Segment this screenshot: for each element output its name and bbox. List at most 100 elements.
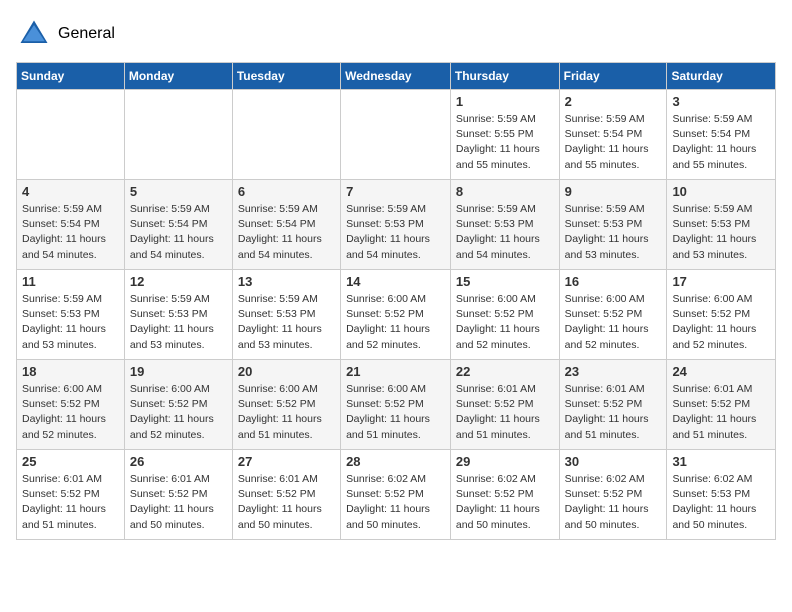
- day-number: 29: [456, 454, 554, 469]
- day-number: 5: [130, 184, 227, 199]
- day-info: Sunrise: 5:59 AM Sunset: 5:53 PM Dayligh…: [456, 202, 554, 263]
- day-info: Sunrise: 6:02 AM Sunset: 5:53 PM Dayligh…: [672, 472, 770, 533]
- day-info: Sunrise: 6:00 AM Sunset: 5:52 PM Dayligh…: [130, 382, 227, 443]
- day-info: Sunrise: 6:00 AM Sunset: 5:52 PM Dayligh…: [346, 292, 445, 353]
- day-number: 9: [565, 184, 662, 199]
- day-info: Sunrise: 6:00 AM Sunset: 5:52 PM Dayligh…: [456, 292, 554, 353]
- day-number: 27: [238, 454, 335, 469]
- day-info: Sunrise: 6:02 AM Sunset: 5:52 PM Dayligh…: [456, 472, 554, 533]
- day-cell: 27 Sunrise: 6:01 AM Sunset: 5:52 PM Dayl…: [232, 450, 340, 540]
- day-number: 11: [22, 274, 119, 289]
- day-cell: 14 Sunrise: 6:00 AM Sunset: 5:52 PM Dayl…: [341, 270, 451, 360]
- day-number: 6: [238, 184, 335, 199]
- day-cell: [232, 90, 340, 180]
- day-cell: 20 Sunrise: 6:00 AM Sunset: 5:52 PM Dayl…: [232, 360, 340, 450]
- day-cell: 31 Sunrise: 6:02 AM Sunset: 5:53 PM Dayl…: [667, 450, 776, 540]
- header-thursday: Thursday: [450, 63, 559, 90]
- day-number: 20: [238, 364, 335, 379]
- day-info: Sunrise: 5:59 AM Sunset: 5:54 PM Dayligh…: [22, 202, 119, 263]
- day-info: Sunrise: 5:59 AM Sunset: 5:53 PM Dayligh…: [565, 202, 662, 263]
- day-info: Sunrise: 6:00 AM Sunset: 5:52 PM Dayligh…: [565, 292, 662, 353]
- page-header: General: [16, 16, 776, 52]
- day-cell: 18 Sunrise: 6:00 AM Sunset: 5:52 PM Dayl…: [17, 360, 125, 450]
- day-number: 2: [565, 94, 662, 109]
- day-number: 10: [672, 184, 770, 199]
- calendar-table: SundayMondayTuesdayWednesdayThursdayFrid…: [16, 62, 776, 540]
- day-cell: 11 Sunrise: 5:59 AM Sunset: 5:53 PM Dayl…: [17, 270, 125, 360]
- day-cell: 4 Sunrise: 5:59 AM Sunset: 5:54 PM Dayli…: [17, 180, 125, 270]
- day-info: Sunrise: 5:59 AM Sunset: 5:54 PM Dayligh…: [130, 202, 227, 263]
- day-number: 18: [22, 364, 119, 379]
- day-cell: 23 Sunrise: 6:01 AM Sunset: 5:52 PM Dayl…: [559, 360, 667, 450]
- day-number: 31: [672, 454, 770, 469]
- day-cell: 12 Sunrise: 5:59 AM Sunset: 5:53 PM Dayl…: [124, 270, 232, 360]
- day-cell: 21 Sunrise: 6:00 AM Sunset: 5:52 PM Dayl…: [341, 360, 451, 450]
- day-number: 22: [456, 364, 554, 379]
- week-row-1: 1 Sunrise: 5:59 AM Sunset: 5:55 PM Dayli…: [17, 90, 776, 180]
- day-number: 13: [238, 274, 335, 289]
- header-monday: Monday: [124, 63, 232, 90]
- day-number: 4: [22, 184, 119, 199]
- day-number: 1: [456, 94, 554, 109]
- week-row-2: 4 Sunrise: 5:59 AM Sunset: 5:54 PM Dayli…: [17, 180, 776, 270]
- day-info: Sunrise: 6:02 AM Sunset: 5:52 PM Dayligh…: [565, 472, 662, 533]
- day-cell: 7 Sunrise: 5:59 AM Sunset: 5:53 PM Dayli…: [341, 180, 451, 270]
- day-cell: 5 Sunrise: 5:59 AM Sunset: 5:54 PM Dayli…: [124, 180, 232, 270]
- day-cell: 1 Sunrise: 5:59 AM Sunset: 5:55 PM Dayli…: [450, 90, 559, 180]
- day-info: Sunrise: 6:00 AM Sunset: 5:52 PM Dayligh…: [346, 382, 445, 443]
- day-number: 7: [346, 184, 445, 199]
- day-info: Sunrise: 6:00 AM Sunset: 5:52 PM Dayligh…: [22, 382, 119, 443]
- logo-icon: [16, 16, 52, 52]
- day-cell: 29 Sunrise: 6:02 AM Sunset: 5:52 PM Dayl…: [450, 450, 559, 540]
- day-number: 25: [22, 454, 119, 469]
- day-info: Sunrise: 6:01 AM Sunset: 5:52 PM Dayligh…: [238, 472, 335, 533]
- day-number: 14: [346, 274, 445, 289]
- day-cell: 30 Sunrise: 6:02 AM Sunset: 5:52 PM Dayl…: [559, 450, 667, 540]
- day-number: 16: [565, 274, 662, 289]
- day-cell: 28 Sunrise: 6:02 AM Sunset: 5:52 PM Dayl…: [341, 450, 451, 540]
- day-number: 28: [346, 454, 445, 469]
- logo: General: [16, 16, 115, 52]
- day-info: Sunrise: 6:02 AM Sunset: 5:52 PM Dayligh…: [346, 472, 445, 533]
- day-cell: [124, 90, 232, 180]
- day-number: 30: [565, 454, 662, 469]
- day-info: Sunrise: 5:59 AM Sunset: 5:54 PM Dayligh…: [565, 112, 662, 173]
- day-info: Sunrise: 5:59 AM Sunset: 5:53 PM Dayligh…: [672, 202, 770, 263]
- header-tuesday: Tuesday: [232, 63, 340, 90]
- day-info: Sunrise: 6:00 AM Sunset: 5:52 PM Dayligh…: [672, 292, 770, 353]
- header-friday: Friday: [559, 63, 667, 90]
- day-cell: 19 Sunrise: 6:00 AM Sunset: 5:52 PM Dayl…: [124, 360, 232, 450]
- day-info: Sunrise: 5:59 AM Sunset: 5:53 PM Dayligh…: [22, 292, 119, 353]
- day-info: Sunrise: 6:01 AM Sunset: 5:52 PM Dayligh…: [456, 382, 554, 443]
- day-cell: 8 Sunrise: 5:59 AM Sunset: 5:53 PM Dayli…: [450, 180, 559, 270]
- day-info: Sunrise: 5:59 AM Sunset: 5:54 PM Dayligh…: [238, 202, 335, 263]
- day-cell: 25 Sunrise: 6:01 AM Sunset: 5:52 PM Dayl…: [17, 450, 125, 540]
- day-number: 26: [130, 454, 227, 469]
- logo-text: General: [58, 25, 115, 43]
- day-cell: 9 Sunrise: 5:59 AM Sunset: 5:53 PM Dayli…: [559, 180, 667, 270]
- day-number: 3: [672, 94, 770, 109]
- day-cell: [341, 90, 451, 180]
- header-wednesday: Wednesday: [341, 63, 451, 90]
- day-cell: 10 Sunrise: 5:59 AM Sunset: 5:53 PM Dayl…: [667, 180, 776, 270]
- day-cell: 13 Sunrise: 5:59 AM Sunset: 5:53 PM Dayl…: [232, 270, 340, 360]
- day-info: Sunrise: 6:01 AM Sunset: 5:52 PM Dayligh…: [672, 382, 770, 443]
- day-cell: 26 Sunrise: 6:01 AM Sunset: 5:52 PM Dayl…: [124, 450, 232, 540]
- day-number: 12: [130, 274, 227, 289]
- day-cell: 6 Sunrise: 5:59 AM Sunset: 5:54 PM Dayli…: [232, 180, 340, 270]
- day-info: Sunrise: 6:01 AM Sunset: 5:52 PM Dayligh…: [565, 382, 662, 443]
- day-info: Sunrise: 5:59 AM Sunset: 5:53 PM Dayligh…: [130, 292, 227, 353]
- day-cell: 17 Sunrise: 6:00 AM Sunset: 5:52 PM Dayl…: [667, 270, 776, 360]
- day-number: 15: [456, 274, 554, 289]
- day-info: Sunrise: 6:00 AM Sunset: 5:52 PM Dayligh…: [238, 382, 335, 443]
- day-info: Sunrise: 5:59 AM Sunset: 5:55 PM Dayligh…: [456, 112, 554, 173]
- logo-general: General: [58, 25, 115, 43]
- day-cell: 16 Sunrise: 6:00 AM Sunset: 5:52 PM Dayl…: [559, 270, 667, 360]
- day-number: 23: [565, 364, 662, 379]
- day-cell: [17, 90, 125, 180]
- day-number: 19: [130, 364, 227, 379]
- day-cell: 22 Sunrise: 6:01 AM Sunset: 5:52 PM Dayl…: [450, 360, 559, 450]
- week-row-3: 11 Sunrise: 5:59 AM Sunset: 5:53 PM Dayl…: [17, 270, 776, 360]
- day-cell: 15 Sunrise: 6:00 AM Sunset: 5:52 PM Dayl…: [450, 270, 559, 360]
- day-info: Sunrise: 5:59 AM Sunset: 5:53 PM Dayligh…: [346, 202, 445, 263]
